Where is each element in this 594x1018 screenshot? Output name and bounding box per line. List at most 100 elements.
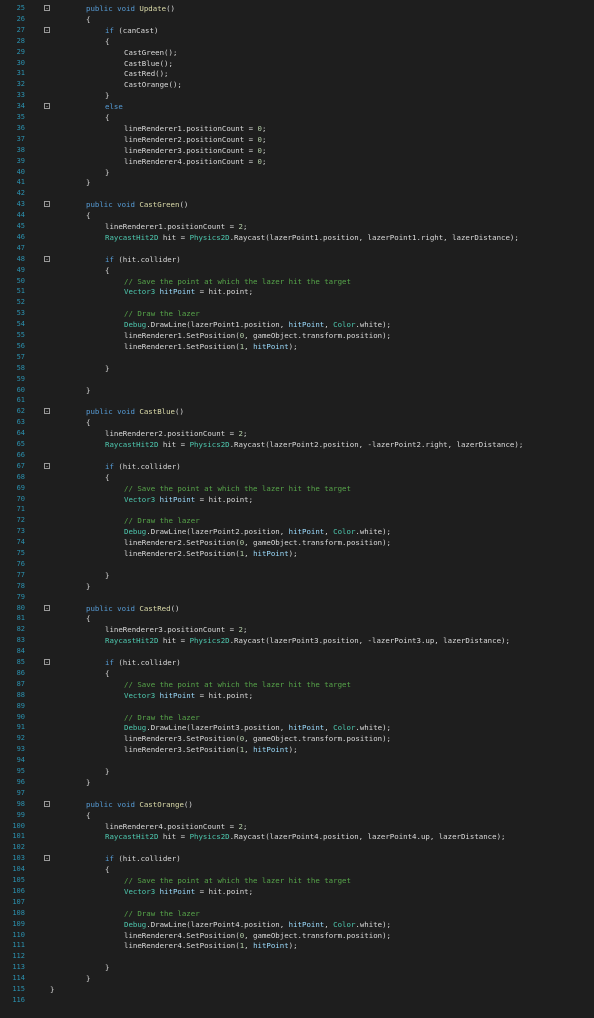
fold-toggle-icon[interactable]: - — [44, 5, 50, 12]
code-line[interactable]: 74 lineRenderer2.SetPosition(0, gameObjec… — [0, 537, 594, 548]
code-line[interactable]: 91 Debug.DrawLine(lazerPoint3.position, h… — [0, 722, 594, 733]
code-line[interactable]: 48 - if (hit.collider) — [0, 254, 594, 265]
code-line[interactable]: 38 lineRenderer3.positionCount = 0; — [0, 145, 594, 156]
fold-toggle-icon[interactable]: - — [44, 255, 50, 262]
fold-toggle-icon[interactable]: - — [44, 659, 50, 666]
code-line[interactable]: 96} — [0, 777, 594, 788]
fold-toggle-icon[interactable]: - — [44, 800, 50, 807]
code-line[interactable]: 59 — [0, 374, 594, 385]
code-line[interactable]: 93 lineRenderer3.SetPosition(1, hitPoint)… — [0, 744, 594, 755]
fold-toggle-icon[interactable]: - — [44, 201, 50, 208]
code-line[interactable]: 58} — [0, 363, 594, 374]
code-line[interactable]: 64 lineRenderer2.positionCount = 2; — [0, 428, 594, 439]
fold-toggle-icon[interactable]: - — [44, 26, 50, 33]
code-line[interactable]: 42 — [0, 188, 594, 199]
fold-toggle-icon[interactable]: - — [44, 462, 50, 469]
code-line[interactable]: 50 // Save the point at which the lazer h… — [0, 276, 594, 287]
code-line[interactable]: 46 RaycastHit2D hit = Physics2D.Raycast(l… — [0, 232, 594, 243]
code-line[interactable]: 47 — [0, 243, 594, 254]
code-line[interactable]: 105 // Save the point at which the lazer … — [0, 875, 594, 886]
code-line[interactable]: 109 Debug.DrawLine(lazerPoint4.position, … — [0, 919, 594, 930]
code-line[interactable]: 69 // Save the point at which the lazer h… — [0, 483, 594, 494]
code-line[interactable]: 62 - public void CastBlue() — [0, 406, 594, 417]
code-line[interactable]: 115} — [0, 984, 594, 995]
fold-toggle-icon[interactable]: - — [44, 604, 50, 611]
code-line[interactable]: 99 { — [0, 810, 594, 821]
code-line[interactable]: 55 lineRenderer1.SetPosition(0, gameObjec… — [0, 330, 594, 341]
fold-toggle-icon[interactable]: - — [44, 103, 50, 110]
code-line[interactable]: 81 { — [0, 613, 594, 624]
code-line[interactable]: 82 lineRenderer3.positionCount = 2; — [0, 624, 594, 635]
code-line[interactable]: 35 { — [0, 112, 594, 123]
code-line[interactable]: 61 — [0, 395, 594, 406]
code-line[interactable]: 26 { — [0, 14, 594, 25]
code-line[interactable]: 79 — [0, 592, 594, 603]
code-line[interactable]: 101 RaycastHit2D hit = Physics2D.Raycast(… — [0, 831, 594, 842]
code-line[interactable]: 25 - public void Update() — [0, 3, 594, 14]
code-line[interactable]: 52 — [0, 297, 594, 308]
code-line[interactable]: 97 — [0, 788, 594, 799]
code-line[interactable]: 104 { — [0, 864, 594, 875]
code-line[interactable]: 98 - public void CastOrange() — [0, 799, 594, 810]
code-line[interactable]: 39 lineRenderer4.positionCount = 0; — [0, 156, 594, 167]
code-line[interactable]: 36 lineRenderer1.positionCount = 0; — [0, 123, 594, 134]
code-line[interactable]: 45 lineRenderer1.positionCount = 2; — [0, 221, 594, 232]
code-line[interactable]: 73 Debug.DrawLine(lazerPoint2.position, h… — [0, 526, 594, 537]
code-line[interactable]: 88 Vector3 hitPoint = hit.point; — [0, 690, 594, 701]
code-line[interactable]: 92 lineRenderer3.SetPosition(0, gameObjec… — [0, 733, 594, 744]
code-line[interactable]: 63 { — [0, 417, 594, 428]
code-line[interactable]: 67 - if (hit.collider) — [0, 461, 594, 472]
code-line[interactable]: 51 Vector3 hitPoint = hit.point; — [0, 286, 594, 297]
code-line[interactable]: 95} — [0, 766, 594, 777]
code-line[interactable]: 108 // Draw the lazer — [0, 908, 594, 919]
code-line[interactable]: 106 Vector3 hitPoint = hit.point; — [0, 886, 594, 897]
code-line[interactable]: 80 - public void CastRed() — [0, 603, 594, 614]
code-line[interactable]: 76 — [0, 559, 594, 570]
code-editor[interactable]: 25- public void Update() 26{27- if (canCast… — [0, 0, 594, 1018]
code-line[interactable]: 94 — [0, 755, 594, 766]
code-line[interactable]: 86 { — [0, 668, 594, 679]
code-line[interactable]: 75 lineRenderer2.SetPosition(1, hitPoint)… — [0, 548, 594, 559]
code-line[interactable]: 28 { — [0, 36, 594, 47]
code-line[interactable]: 27 - if (canCast) — [0, 25, 594, 36]
code-line[interactable]: 83 RaycastHit2D hit = Physics2D.Raycast(l… — [0, 635, 594, 646]
code-line[interactable]: 44 { — [0, 210, 594, 221]
code-line[interactable]: 34 - else — [0, 101, 594, 112]
code-line[interactable]: 66 — [0, 450, 594, 461]
code-line[interactable]: 78} — [0, 581, 594, 592]
code-line[interactable]: 60} — [0, 385, 594, 396]
code-line[interactable]: 72 // Draw the lazer — [0, 515, 594, 526]
code-line[interactable]: 89 — [0, 701, 594, 712]
code-line[interactable]: 111 lineRenderer4.SetPosition(1, hitPoint… — [0, 940, 594, 951]
code-line[interactable]: 113} — [0, 962, 594, 973]
code-line[interactable]: 30 CastBlue(); — [0, 58, 594, 69]
code-line[interactable]: 56 lineRenderer1.SetPosition(1, hitPoint)… — [0, 341, 594, 352]
code-line[interactable]: 112 — [0, 951, 594, 962]
fold-toggle-icon[interactable]: - — [44, 408, 50, 415]
code-line[interactable]: 116 — [0, 995, 594, 1006]
code-line[interactable]: 85 - if (hit.collider) — [0, 657, 594, 668]
code-line[interactable]: 53 // Draw the lazer — [0, 308, 594, 319]
code-line[interactable]: 65 RaycastHit2D hit = Physics2D.Raycast(l… — [0, 439, 594, 450]
code-line[interactable]: 77} — [0, 570, 594, 581]
fold-toggle-icon[interactable]: - — [44, 855, 50, 862]
code-line[interactable]: 107 — [0, 897, 594, 908]
code-line[interactable]: 68 { — [0, 472, 594, 483]
code-line[interactable]: 43 - public void CastGreen() — [0, 199, 594, 210]
code-line[interactable]: 32 CastOrange(); — [0, 79, 594, 90]
code-line[interactable]: 70 Vector3 hitPoint = hit.point; — [0, 494, 594, 505]
code-line[interactable]: 49 { — [0, 265, 594, 276]
code-line[interactable]: 90 // Draw the lazer — [0, 712, 594, 723]
code-line[interactable]: 37 lineRenderer2.positionCount = 0; — [0, 134, 594, 145]
code-line[interactable]: 29 CastGreen(); — [0, 47, 594, 58]
code-line[interactable]: 87 // Save the point at which the lazer h… — [0, 679, 594, 690]
code-line[interactable]: 57 — [0, 352, 594, 363]
code-line[interactable]: 110 lineRenderer4.SetPosition(0, gameObje… — [0, 930, 594, 941]
code-line[interactable]: 103 - if (hit.collider) — [0, 853, 594, 864]
code-line[interactable]: 100 lineRenderer4.positionCount = 2; — [0, 821, 594, 832]
code-line[interactable]: 41} — [0, 177, 594, 188]
code-line[interactable]: 33} — [0, 90, 594, 101]
code-line[interactable]: 31 CastRed(); — [0, 68, 594, 79]
code-line[interactable]: 102 — [0, 842, 594, 853]
code-line[interactable]: 114} — [0, 973, 594, 984]
